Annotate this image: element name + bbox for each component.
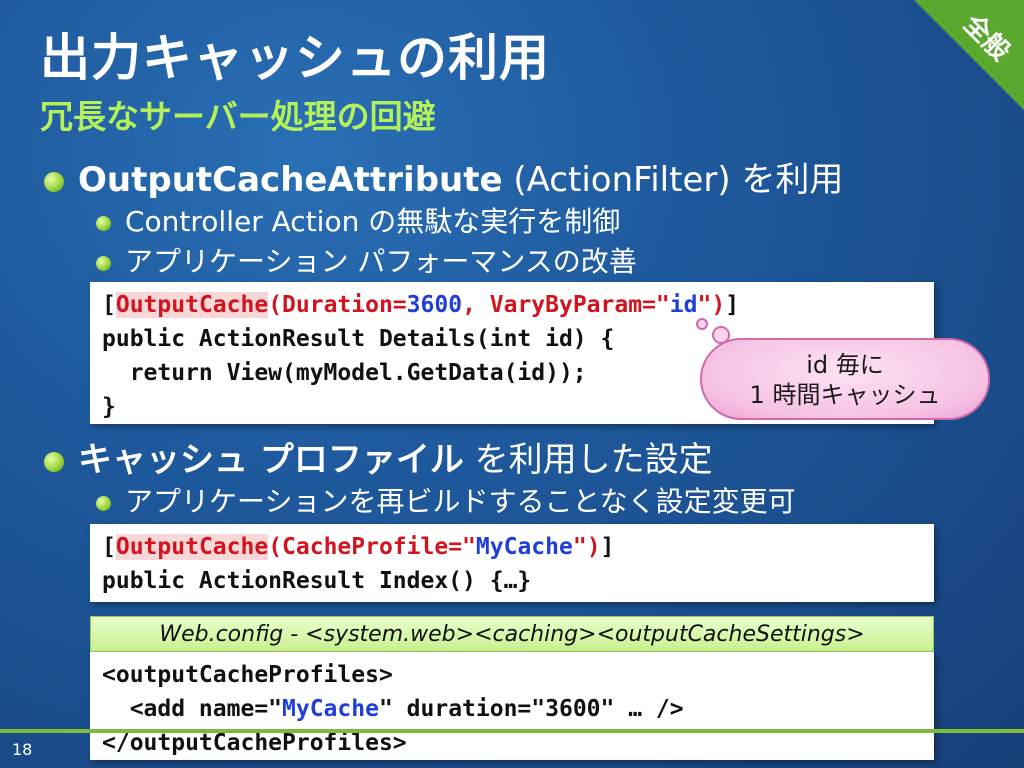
- subbullet-controller-action: Controller Action の無駄な実行を制御: [96, 200, 620, 240]
- bullet-dot-icon: [96, 255, 111, 271]
- callout-cloud: id 毎に 1 時間キャッシュ: [700, 338, 990, 420]
- bullet-bold-text: OutputCacheAttribute: [78, 160, 503, 200]
- subbullet-text: Controller Action の無駄な実行を制御: [125, 205, 621, 238]
- bullet-bold-text: キャッシュ プロファイル: [78, 440, 464, 480]
- bullet-dot-icon: [44, 451, 64, 472]
- bullet-outputcache: OutputCacheAttribute (ActionFilter) を利用: [44, 152, 843, 201]
- bullet-text: (ActionFilter) を利用: [502, 160, 844, 200]
- code-attribute: OutputCache: [115, 292, 269, 318]
- subbullet-performance: アプリケーション パフォーマンスの改善: [96, 240, 637, 280]
- code-attribute: OutputCache: [115, 534, 269, 560]
- subbullet-text: アプリケーションを再ビルドすることなく設定変更可: [125, 485, 796, 518]
- page-number: 18: [12, 740, 33, 759]
- code-line-1: [OutputCache(Duration=3600, VaryByParam=…: [102, 292, 740, 318]
- code-block-webconfig: <outputCacheProfiles> <add name="MyCache…: [90, 652, 934, 760]
- corner-triangle: [914, 0, 1024, 110]
- bullet-cache-profile: キャッシュ プロファイル を利用した設定: [44, 432, 713, 481]
- bullet-dot-icon: [44, 171, 64, 192]
- slide-subtitle: 冗長なサーバー処理の回避: [40, 97, 436, 136]
- code-block-index: [OutputCache(CacheProfile="MyCache")] pu…: [90, 524, 934, 602]
- corner-badge: 全般: [914, 0, 1024, 110]
- config-header: Web.config - <system.web><caching><outpu…: [90, 616, 934, 652]
- footer-divider: [0, 729, 1024, 733]
- subbullet-text: アプリケーション パフォーマンスの改善: [125, 245, 637, 278]
- bullet-text: を利用した設定: [463, 440, 713, 480]
- code-line-2: public ActionResult Index() {…}: [102, 568, 532, 594]
- bullet-dot-icon: [96, 495, 111, 511]
- config-line-2: <add name="MyCache" duration="3600" … />: [102, 696, 684, 722]
- slide-title: 出力キャッシュの利用: [40, 29, 550, 87]
- code-line-1: [OutputCache(CacheProfile="MyCache")]: [102, 534, 615, 560]
- config-line-1: <outputCacheProfiles>: [102, 662, 393, 688]
- callout-line-2: 1 時間キャッシュ: [749, 381, 941, 409]
- bullet-dot-icon: [96, 215, 111, 231]
- subbullet-no-rebuild: アプリケーションを再ビルドすることなく設定変更可: [96, 480, 796, 520]
- callout-line-1: id 毎に: [806, 351, 884, 379]
- callout-puff-small: [696, 318, 708, 330]
